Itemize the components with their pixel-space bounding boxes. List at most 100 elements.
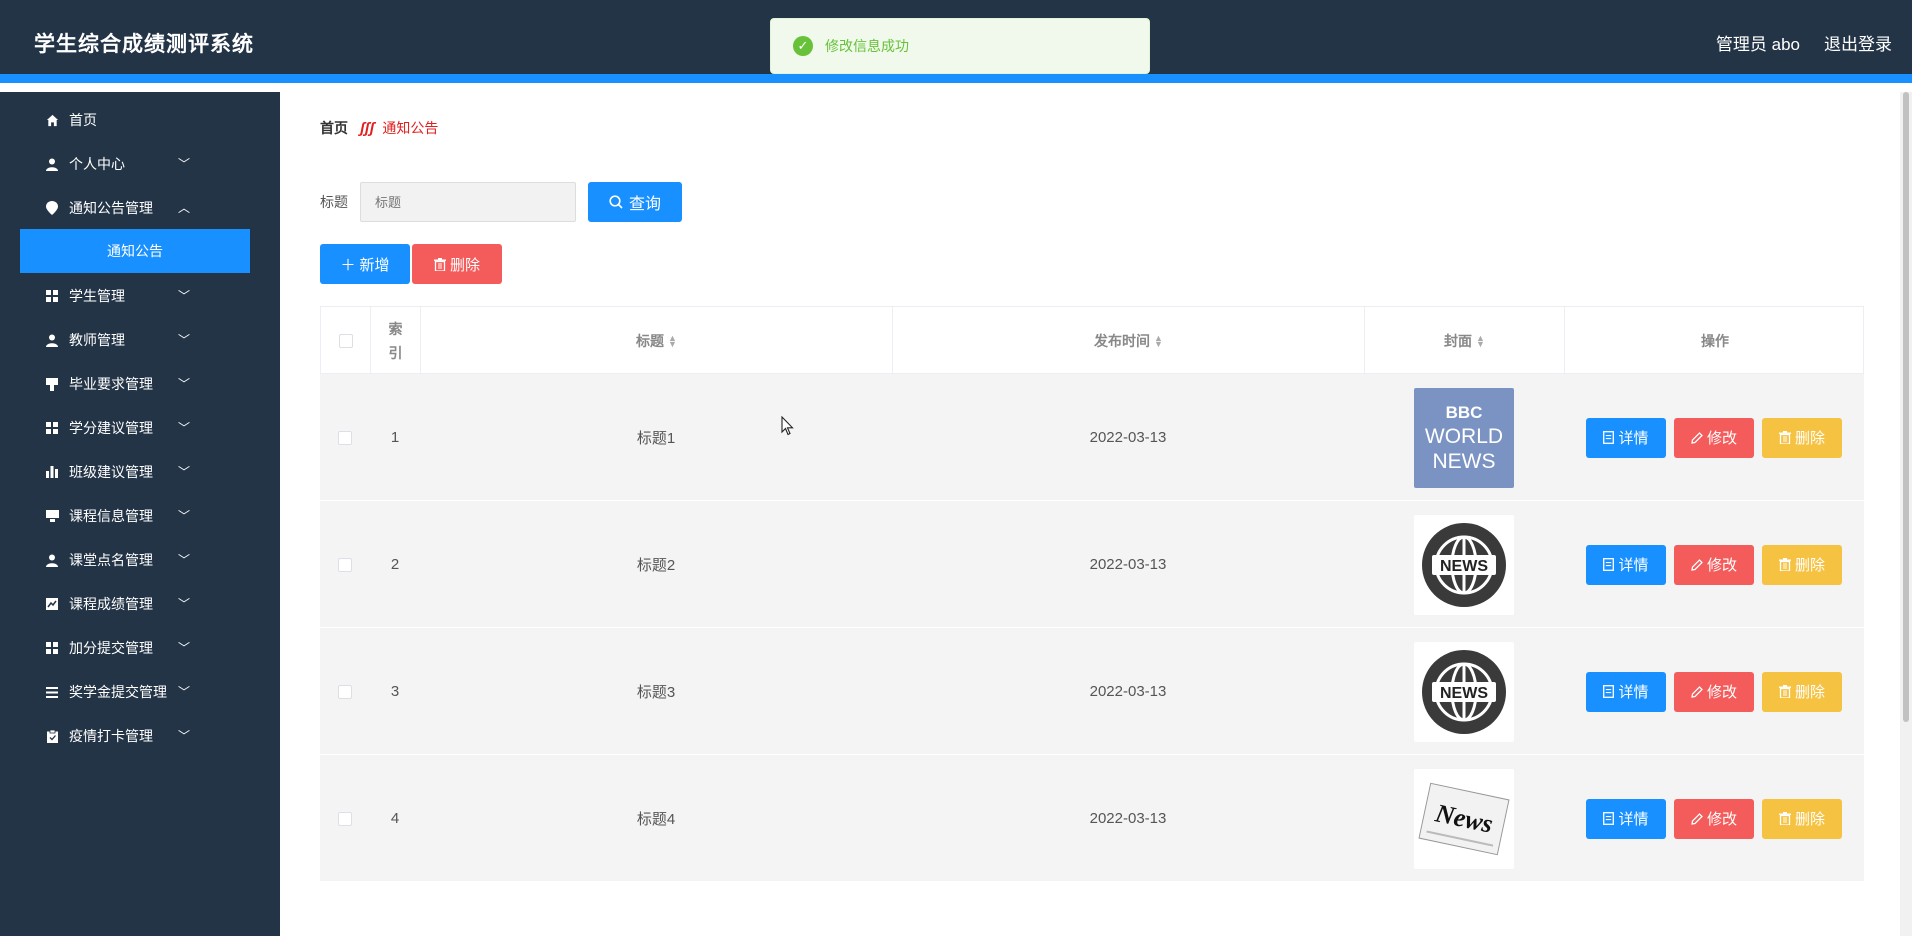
row-checkbox[interactable] xyxy=(338,811,352,826)
detail-button[interactable]: 详情 xyxy=(1586,671,1666,712)
sidebar-item-attendance[interactable]: 课堂点名管理 ﹀ xyxy=(0,538,280,582)
edit-button[interactable]: 修改 xyxy=(1674,671,1754,712)
page-scrollbar[interactable] xyxy=(1900,92,1912,936)
breadcrumb: 首页 ʃʃʃ 通知公告 xyxy=(320,118,438,138)
add-button-label: 新增 xyxy=(359,256,390,274)
row-checkbox[interactable] xyxy=(338,430,352,445)
sidebar: 首页 个人中心 ﹀ 通知公告管理 ︿ 通知公告 学生管理 ﹀ 教师管理 ﹀ 毕业… xyxy=(0,92,280,936)
header-cover[interactable]: 封面 ▲ ▼ xyxy=(1365,307,1565,375)
delete-button[interactable]: 删除 xyxy=(1762,798,1842,839)
sidebar-item-epidemic[interactable]: 疫情打卡管理 ﹀ xyxy=(0,714,280,758)
row-operations: 详情 修改 删除 xyxy=(1564,501,1864,628)
row-operations: 详情 修改 删除 xyxy=(1564,628,1864,755)
document-icon xyxy=(1603,685,1615,698)
sidebar-item-credit[interactable]: 学分建议管理 ﹀ xyxy=(0,406,280,450)
delete-button-label: 删除 xyxy=(1794,430,1825,447)
chevron-up-icon: ︿ xyxy=(178,201,191,215)
detail-button-label: 详情 xyxy=(1618,811,1649,828)
sidebar-item-grades[interactable]: 课程成绩管理 ﹀ xyxy=(0,582,280,626)
plus-icon: ＋ xyxy=(340,256,356,274)
select-all-checkbox[interactable] xyxy=(338,334,353,348)
row-select-cell xyxy=(320,501,370,628)
toast-message: 修改信息成功 xyxy=(825,38,909,54)
delete-button[interactable]: 删除 xyxy=(1762,671,1842,712)
sidebar-item-label: 课堂点名管理 xyxy=(69,552,153,568)
detail-button[interactable]: 详情 xyxy=(1586,417,1666,458)
grid-icon xyxy=(45,641,59,655)
cover-text: NEWS xyxy=(1433,450,1496,473)
edit-button-label: 修改 xyxy=(1706,557,1737,574)
pencil-icon xyxy=(1691,812,1703,825)
table-header: 索引 标题 ▲ ▼ 发布时间 ▲ ▼ 封面 ▲ ▼ 操作 xyxy=(320,306,1864,375)
clipboard-icon xyxy=(45,729,59,743)
add-button[interactable]: ＋ 新增 xyxy=(320,244,410,284)
row-publish-time: 2022-03-13 xyxy=(1089,683,1167,700)
row-index: 2 xyxy=(390,556,400,573)
row-index: 3 xyxy=(390,683,400,700)
header-operation: 操作 xyxy=(1701,333,1729,349)
sidebar-item-graduation[interactable]: 毕业要求管理 ﹀ xyxy=(0,362,280,406)
sidebar-item-personal[interactable]: 个人中心 ﹀ xyxy=(0,142,280,186)
sidebar-item-label: 奖学金提交管理 xyxy=(69,684,167,700)
delete-button[interactable]: 删除 xyxy=(1762,544,1842,585)
sort-icon[interactable]: ▲ ▼ xyxy=(1476,334,1485,349)
table-row: 2 标题2 2022-03-13 NEWS 详情 修改 删除 xyxy=(320,501,1864,628)
chevron-down-icon: ﹀ xyxy=(178,333,191,347)
title-search-input[interactable] xyxy=(360,182,576,222)
sidebar-item-home[interactable]: 首页 xyxy=(0,98,280,142)
logout-link[interactable]: 退出登录 xyxy=(1824,30,1892,55)
mouse-cursor-icon xyxy=(781,415,795,441)
detail-button-label: 详情 xyxy=(1618,430,1649,447)
search-icon xyxy=(609,195,623,209)
sort-icon[interactable]: ▲ ▼ xyxy=(1154,334,1163,349)
sidebar-item-bonus[interactable]: 加分提交管理 ﹀ xyxy=(0,626,280,670)
sidebar-subitem-notice[interactable]: 通知公告 xyxy=(20,229,250,273)
chart-icon xyxy=(45,597,59,611)
row-operations: 详情 修改 删除 xyxy=(1564,374,1864,501)
sidebar-item-label: 课程成绩管理 xyxy=(69,596,153,612)
sidebar-item-label: 学生管理 xyxy=(69,288,125,304)
query-button[interactable]: 查询 xyxy=(588,182,682,222)
scrollbar-thumb[interactable] xyxy=(1903,92,1909,722)
chevron-down-icon: ﹀ xyxy=(178,509,191,523)
header-publish-time[interactable]: 发布时间 ▲ ▼ xyxy=(893,307,1365,375)
sidebar-item-course[interactable]: 课程信息管理 ﹀ xyxy=(0,494,280,538)
trash-icon xyxy=(1778,812,1791,825)
edit-button[interactable]: 修改 xyxy=(1674,544,1754,585)
trash-icon xyxy=(1778,685,1791,698)
cover-image[interactable]: NEWS xyxy=(1414,514,1514,615)
delete-button[interactable]: 删除 xyxy=(1762,417,1842,458)
sort-icon[interactable]: ▲ ▼ xyxy=(668,334,677,349)
trash-icon xyxy=(1778,558,1791,571)
sidebar-item-teacher[interactable]: 教师管理 ﹀ xyxy=(0,318,280,362)
chevron-down-icon: ﹀ xyxy=(178,157,191,171)
cover-image[interactable]: BBC WORLD NEWS xyxy=(1414,387,1514,488)
edit-button[interactable]: 修改 xyxy=(1674,798,1754,839)
cover-image[interactable]: News xyxy=(1414,768,1514,869)
sidebar-item-class[interactable]: 班级建议管理 ﹀ xyxy=(0,450,280,494)
edit-button[interactable]: 修改 xyxy=(1674,417,1754,458)
cover-image[interactable]: NEWS xyxy=(1414,641,1514,742)
header-title[interactable]: 标题 ▲ ▼ xyxy=(421,307,893,375)
row-title: 标题2 xyxy=(636,557,676,574)
trash-icon xyxy=(433,257,446,271)
row-checkbox[interactable] xyxy=(338,557,352,572)
batch-delete-button[interactable]: 删除 xyxy=(412,244,502,284)
detail-button[interactable]: 详情 xyxy=(1586,544,1666,585)
chevron-down-icon: ﹀ xyxy=(178,421,191,435)
sidebar-item-student[interactable]: 学生管理 ﹀ xyxy=(0,274,280,318)
list-icon xyxy=(45,685,59,699)
main-content: 首页 ʃʃʃ 通知公告 标题 查询 ＋ 新增 删除 索引 xyxy=(280,92,1912,936)
sidebar-item-notice-mgmt[interactable]: 通知公告管理 ︿ xyxy=(0,186,280,230)
detail-button[interactable]: 详情 xyxy=(1586,798,1666,839)
chevron-down-icon: ﹀ xyxy=(178,465,191,479)
row-checkbox[interactable] xyxy=(338,684,352,699)
sidebar-item-label: 学分建议管理 xyxy=(69,420,153,436)
row-publish-time: 2022-03-13 xyxy=(1089,810,1167,827)
chevron-down-icon: ﹀ xyxy=(178,729,191,743)
edit-button-label: 修改 xyxy=(1706,430,1737,447)
sidebar-item-scholarship[interactable]: 奖学金提交管理 ﹀ xyxy=(0,670,280,714)
header-index: 索引 xyxy=(371,307,421,375)
search-label: 标题 xyxy=(320,194,348,210)
breadcrumb-home[interactable]: 首页 xyxy=(320,118,348,138)
